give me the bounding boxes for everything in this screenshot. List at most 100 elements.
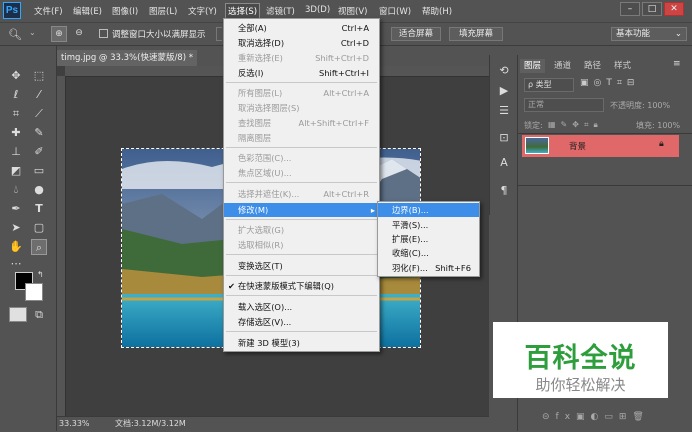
close-button[interactable]: ✕ xyxy=(664,2,684,16)
background-color-swatch[interactable] xyxy=(25,283,43,301)
crop-tool-icon[interactable]: ⌗ xyxy=(8,106,24,122)
workspace-select[interactable]: 基本功能 ⌄ xyxy=(611,27,687,41)
menu-window[interactable]: 窗口(W) xyxy=(379,5,411,17)
menu-3d[interactable]: 3D(D) xyxy=(305,5,330,15)
blend-mode-select[interactable]: 正常 xyxy=(524,98,604,112)
menu-item-save-selection[interactable]: 存储选区(V)... xyxy=(224,315,379,329)
menu-item-find-layers[interactable]: 查找图层 Alt+Shift+Ctrl+F xyxy=(224,116,379,130)
panel-menu-icon[interactable]: ≡ xyxy=(673,59,681,69)
paths-panel-icon[interactable]: ⊡ xyxy=(496,130,512,146)
menu-filter[interactable]: 滤镜(T) xyxy=(266,5,295,17)
menu-item-deselect-layers[interactable]: 取消选择图层(S) xyxy=(224,101,379,115)
eyedropper-tool-icon[interactable]: ⟋ xyxy=(31,106,47,122)
tab-styles[interactable]: 样式 xyxy=(610,59,635,73)
menu-separator xyxy=(226,82,377,83)
clone-stamp-tool-icon[interactable]: ⊥ xyxy=(8,144,24,160)
layer-filter-icons[interactable]: ▣◎T⌗⊟ xyxy=(580,78,639,88)
zoom-tool-icon[interactable]: 🔍︎ xyxy=(8,28,22,41)
menu-item-isolate-layers[interactable]: 隔离图层 xyxy=(224,131,379,145)
menu-item-select-all[interactable]: 全部(A) Ctrl+A xyxy=(224,21,379,35)
menu-item-modify[interactable]: 修改(M) ▸ xyxy=(224,203,379,217)
menu-image[interactable]: 图像(I) xyxy=(112,5,138,17)
menu-item-new-3d-model[interactable]: 新建 3D 模型(3) xyxy=(224,336,379,350)
menu-item-grow[interactable]: 扩大选取(G) xyxy=(224,223,379,237)
type-tool-icon[interactable]: T xyxy=(31,201,47,217)
menu-item-focus-area[interactable]: 焦点区域(U)... xyxy=(224,166,379,180)
fill-field[interactable]: 填充: 100% xyxy=(636,120,680,131)
menu-layer[interactable]: 图层(L) xyxy=(149,5,177,17)
screen-mode-icon[interactable]: ⧉ xyxy=(31,307,47,323)
lock-icons[interactable]: ▦✎✥⌗🔒︎ xyxy=(548,120,603,130)
fit-screen-button[interactable]: 适合屏幕 xyxy=(391,27,441,41)
menu-item-deselect[interactable]: 取消选择(D) Ctrl+D xyxy=(224,36,379,50)
zoom-level[interactable]: 33.33% xyxy=(59,417,90,431)
layer-thumbnail xyxy=(525,137,549,154)
menu-item-all-layers[interactable]: 所有图层(L) Alt+Ctrl+A xyxy=(224,86,379,100)
brush-tool-icon[interactable]: ✎ xyxy=(31,125,47,141)
blur-tool-icon[interactable]: 💧︎ xyxy=(8,182,24,198)
menu-type[interactable]: 文字(Y) xyxy=(188,5,217,17)
minimize-button[interactable]: – xyxy=(620,2,640,16)
menu-item-load-selection[interactable]: 载入选区(O)... xyxy=(224,300,379,314)
select-menu: 全部(A) Ctrl+A 取消选择(D) Ctrl+D 重新选择(E) Shift+C… xyxy=(223,18,380,352)
hand-tool-icon[interactable]: ✋ xyxy=(8,239,24,255)
zoom-in-icon[interactable]: ⊕ xyxy=(51,26,67,42)
healing-brush-tool-icon[interactable]: ✚ xyxy=(8,125,24,141)
modify-submenu: 边界(B)... 平滑(S)... 扩展(E)... 收缩(C)... 羽化(F… xyxy=(377,201,480,277)
dodge-tool-icon[interactable]: ● xyxy=(31,182,47,198)
lasso-tool-icon[interactable]: ℓ xyxy=(8,87,24,103)
properties-panel-icon[interactable]: ☰ xyxy=(496,103,512,119)
history-panel-icon[interactable]: ⟲ xyxy=(496,63,512,79)
submenu-item-contract[interactable]: 收缩(C)... xyxy=(378,246,479,260)
submenu-item-smooth[interactable]: 平滑(S)... xyxy=(378,218,479,232)
menu-view[interactable]: 视图(V) xyxy=(338,5,367,17)
menu-edit[interactable]: 编辑(E) xyxy=(73,5,102,17)
layer-row-background[interactable]: 背景 🔒︎ xyxy=(522,135,679,157)
menu-help[interactable]: 帮助(H) xyxy=(422,5,452,17)
menu-item-transform-selection[interactable]: 变换选区(T) xyxy=(224,259,379,273)
tab-channels[interactable]: 通道 xyxy=(550,59,575,73)
character-panel-icon[interactable]: A xyxy=(496,155,512,171)
submenu-item-feather[interactable]: 羽化(F)... Shift+F6 xyxy=(378,261,479,275)
actions-panel-icon[interactable]: ▶ xyxy=(496,83,512,99)
paragraph-panel-icon[interactable]: ¶ xyxy=(496,183,512,199)
shape-tool-icon[interactable]: ▢ xyxy=(31,220,47,236)
chevron-down-icon[interactable]: ⌄ xyxy=(29,28,36,37)
opacity-field[interactable]: 不透明度: 100% xyxy=(610,100,670,111)
gradient-tool-icon[interactable]: ▭ xyxy=(31,163,47,179)
menu-item-select-and-mask[interactable]: 选择并遮住(K)... Alt+Ctrl+R xyxy=(224,187,379,201)
layer-name: 背景 xyxy=(569,142,587,152)
layer-kind-filter[interactable]: ρ 类型 xyxy=(524,78,574,92)
menu-item-reselect[interactable]: 重新选择(E) Shift+Ctrl+D xyxy=(224,51,379,65)
restore-button[interactable]: □ xyxy=(642,2,662,16)
fill-screen-button[interactable]: 填充屏幕 xyxy=(449,27,503,41)
submenu-item-expand[interactable]: 扩展(E)... xyxy=(378,232,479,246)
quick-mask-mode-icon[interactable] xyxy=(9,307,27,322)
menu-file[interactable]: 文件(F) xyxy=(34,5,63,17)
menu-item-color-range[interactable]: 色彩范围(C)... xyxy=(224,151,379,165)
layer-footer-icons[interactable]: ⊝fx▣◐▭⊞🗑︎ xyxy=(542,412,650,422)
submenu-item-border[interactable]: 边界(B)... xyxy=(378,203,479,217)
pen-tool-icon[interactable]: ✒ xyxy=(8,201,24,217)
zoom-out-icon[interactable]: ⊖ xyxy=(71,26,87,42)
submenu-arrow-icon: ▸ xyxy=(370,205,375,215)
menu-item-similar[interactable]: 选取相似(R) xyxy=(224,238,379,252)
zoom-tool-icon[interactable]: ⌕ xyxy=(31,239,47,255)
magic-wand-tool-icon[interactable]: ⁄ xyxy=(31,87,47,103)
more-tools-icon[interactable]: ⋯ xyxy=(8,256,24,272)
marquee-tool-icon[interactable]: ⬚ xyxy=(31,68,47,84)
watermark-logo: 百科全说 助你轻松解决 xyxy=(493,322,668,398)
menu-item-quick-mask-edit[interactable]: ✔ 在快速蒙版模式下编辑(Q) xyxy=(224,279,379,293)
menu-item-inverse[interactable]: 反选(I) Shift+Ctrl+I xyxy=(224,66,379,80)
history-brush-tool-icon[interactable]: ✐ xyxy=(31,144,47,160)
document-tab[interactable]: timg.jpg @ 33.3%(快速蒙版/8) * xyxy=(57,50,197,66)
tab-layers[interactable]: 图层 xyxy=(520,59,546,73)
tab-paths[interactable]: 路径 xyxy=(580,59,605,73)
eraser-tool-icon[interactable]: ◩ xyxy=(8,163,24,179)
document-tab-title: timg.jpg @ 33.3%(快速蒙版/8) * xyxy=(61,53,193,63)
move-tool-icon[interactable]: ✥ xyxy=(8,68,24,84)
swap-colors-icon[interactable]: ↰ xyxy=(37,270,44,279)
resize-window-checkbox[interactable] xyxy=(99,29,108,38)
path-selection-tool-icon[interactable]: ➤ xyxy=(8,220,24,236)
menu-select[interactable]: 选择(S) xyxy=(225,3,261,19)
